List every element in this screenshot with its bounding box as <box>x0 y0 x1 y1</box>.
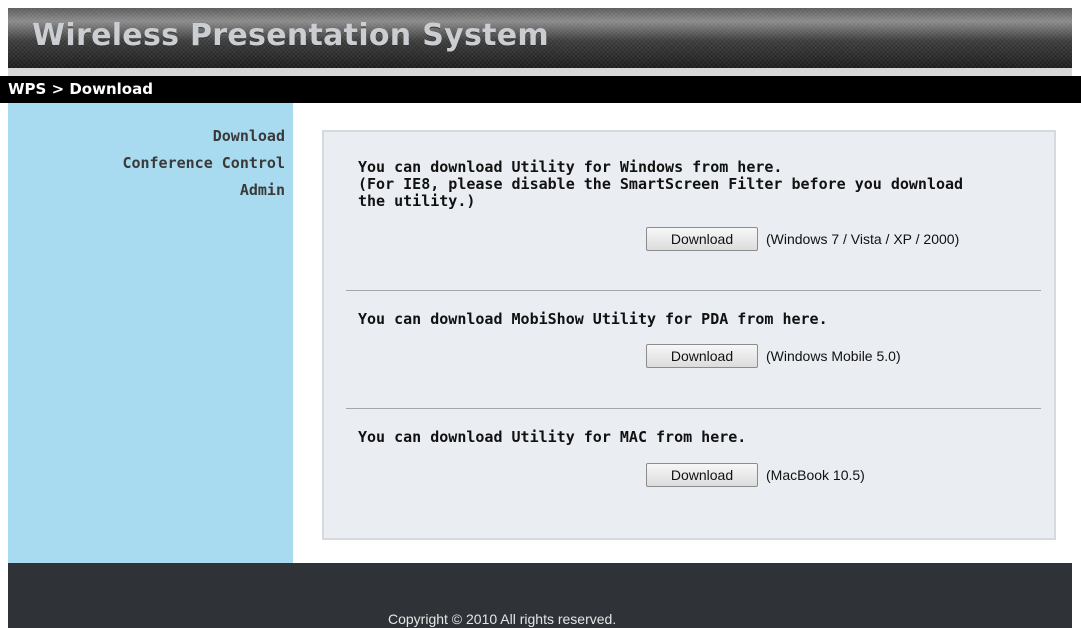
windows-download-text: You can download Utility for Windows fro… <box>358 159 963 210</box>
sidebar-item-admin[interactable]: Admin <box>240 181 285 199</box>
windows-version-note: (Windows 7 / Vista / XP / 2000) <box>766 231 960 247</box>
section-divider <box>346 408 1041 409</box>
copyright-text: Copyright © 2010 All rights reserved. <box>388 611 617 627</box>
download-mac-button[interactable]: Download <box>646 463 758 487</box>
footer: Copyright © 2010 All rights reserved. <box>8 563 1072 628</box>
pda-line-1: You can download MobiShow Utility for PD… <box>358 310 828 328</box>
windows-line-1: You can download Utility for Windows fro… <box>358 158 783 176</box>
header-divider <box>8 68 1072 76</box>
pda-version-note: (Windows Mobile 5.0) <box>766 348 901 364</box>
download-windows-button[interactable]: Download <box>646 227 758 251</box>
mac-version-note: (MacBook 10.5) <box>766 467 865 483</box>
pda-download-text: You can download MobiShow Utility for PD… <box>358 311 828 328</box>
sidebar-item-download[interactable]: Download <box>213 127 285 145</box>
app-title: Wireless Presentation System <box>32 18 549 53</box>
mac-line-1: You can download Utility for MAC from he… <box>358 428 747 446</box>
header-banner: Wireless Presentation System <box>8 8 1072 68</box>
windows-line-3: the utility.) <box>358 192 476 210</box>
breadcrumb-bar: WPS > Download <box>0 76 1081 103</box>
sidebar: Download Conference Control Admin <box>8 103 293 563</box>
section-divider <box>346 290 1041 291</box>
breadcrumb: WPS > Download <box>8 80 153 98</box>
sidebar-item-conference-control[interactable]: Conference Control <box>122 154 285 172</box>
windows-line-2: (For IE8, please disable the SmartScreen… <box>358 175 964 193</box>
mac-download-text: You can download Utility for MAC from he… <box>358 429 746 446</box>
download-pda-button[interactable]: Download <box>646 344 758 368</box>
